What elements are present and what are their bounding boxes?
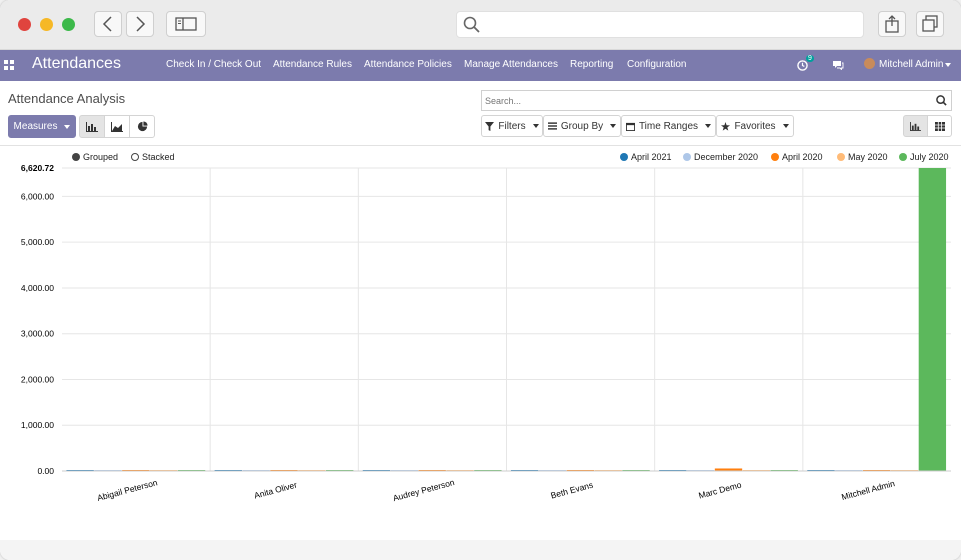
activity-badge: 9 (806, 55, 814, 62)
favorites-button[interactable]: Favorites (716, 115, 794, 137)
caret-down-icon (64, 124, 71, 129)
user-menu[interactable]: Mitchell Admin (879, 59, 943, 70)
share-button[interactable] (878, 11, 906, 37)
y-tick-label: 6,620.72 (21, 163, 54, 173)
graph-view-button[interactable] (903, 115, 928, 137)
caret-down-icon (705, 124, 712, 128)
chat-icon[interactable] (832, 60, 844, 70)
bar-chart: 0.00 1,000.00 2,000.00 3,000.00 4,000.00 5,00… (21, 163, 951, 503)
star-icon (721, 121, 731, 131)
tabs-button[interactable] (916, 11, 944, 37)
time-ranges-label: Time Ranges (638, 120, 699, 132)
menu-attendance-rules[interactable]: Attendance Rules (273, 59, 352, 70)
browser-window: Attendances Check In / Check Out Attenda… (0, 0, 961, 560)
close-window-dot[interactable] (18, 18, 31, 31)
menu-manage-attendances[interactable]: Manage Attendances (464, 59, 558, 70)
y-tick-label: 6,000.00 (21, 191, 54, 201)
bar (918, 168, 947, 471)
sidebar-toggle-button[interactable] (166, 11, 206, 37)
page-footer (0, 540, 961, 560)
clock-icon (797, 60, 808, 71)
menu-reporting[interactable]: Reporting (570, 59, 613, 70)
list-icon (547, 122, 557, 130)
browser-toolbar (0, 0, 961, 50)
table-icon (934, 121, 945, 131)
app-navbar: Attendances Check In / Check Out Attenda… (0, 50, 961, 81)
filter-icon (485, 121, 495, 131)
bar-chart-icon (86, 121, 98, 132)
maximize-window-dot[interactable] (62, 18, 75, 31)
x-tick-label: Beth Evans (550, 480, 595, 501)
search-input[interactable] (485, 93, 925, 108)
app-title[interactable]: Attendances (32, 55, 121, 73)
pivot-view-button[interactable] (927, 115, 952, 137)
forward-button[interactable] (126, 11, 154, 37)
menu-check-in-out[interactable]: Check In / Check Out (166, 59, 261, 70)
control-panel: Attendance Analysis Measures Filters Gro… (0, 81, 961, 146)
user-menu-caret-icon[interactable] (945, 63, 951, 67)
line-chart-mode-button[interactable] (104, 115, 130, 138)
activity-button[interactable]: 9 (797, 55, 814, 76)
search-icon (463, 16, 480, 33)
x-tick-label: Marc Demo (697, 480, 742, 501)
time-ranges-button[interactable]: Time Ranges (621, 115, 716, 137)
sidebar-icon (175, 17, 197, 31)
address-bar[interactable] (456, 11, 864, 38)
y-tick-label: 1,000.00 (21, 420, 54, 430)
chevron-right-icon (136, 16, 146, 32)
y-tick-label: 0.00 (37, 466, 54, 476)
y-tick-label: 3,000.00 (21, 329, 54, 339)
bar-chart-icon (910, 121, 921, 131)
chevron-left-icon (102, 16, 112, 32)
avatar (864, 58, 875, 69)
caret-down-icon (610, 124, 617, 128)
caret-down-icon (532, 124, 539, 128)
share-icon (885, 15, 899, 33)
minimize-window-dot[interactable] (40, 18, 53, 31)
search-icon[interactable] (936, 95, 947, 106)
group-by-label: Group By (560, 120, 604, 132)
calendar-icon (625, 122, 635, 131)
measures-label: Measures (13, 121, 58, 132)
bar-chart-mode-button[interactable] (79, 115, 105, 138)
filters-label: Filters (498, 120, 526, 132)
menu-attendance-policies[interactable]: Attendance Policies (364, 59, 452, 70)
x-tick-label: Abigail Peterson (96, 477, 159, 503)
measures-button[interactable]: Measures (8, 115, 76, 138)
caret-down-icon (782, 124, 789, 128)
x-tick-label: Mitchell Admin (840, 478, 896, 502)
y-tick-label: 4,000.00 (21, 283, 54, 293)
back-button[interactable] (94, 11, 122, 37)
page-title: Attendance Analysis (8, 91, 126, 106)
y-tick-label: 2,000.00 (21, 374, 54, 384)
filters-button[interactable]: Filters (481, 115, 543, 137)
area-chart-icon (111, 121, 123, 132)
pie-chart-icon (137, 121, 148, 132)
y-tick-label: 5,000.00 (21, 237, 54, 247)
group-by-button[interactable]: Group By (543, 115, 621, 137)
favorites-label: Favorites (734, 120, 776, 132)
pie-chart-mode-button[interactable] (129, 115, 155, 138)
x-tick-label: Anita Oliver (253, 480, 298, 501)
apps-grid-icon[interactable] (4, 60, 14, 70)
menu-configuration[interactable]: Configuration (627, 59, 686, 70)
tabs-icon (922, 15, 938, 32)
chart-area: Grouped Stacked April 2021 December 2020 A… (0, 147, 961, 540)
x-tick-label: Audrey Peterson (392, 477, 456, 503)
search-bar (481, 90, 952, 111)
